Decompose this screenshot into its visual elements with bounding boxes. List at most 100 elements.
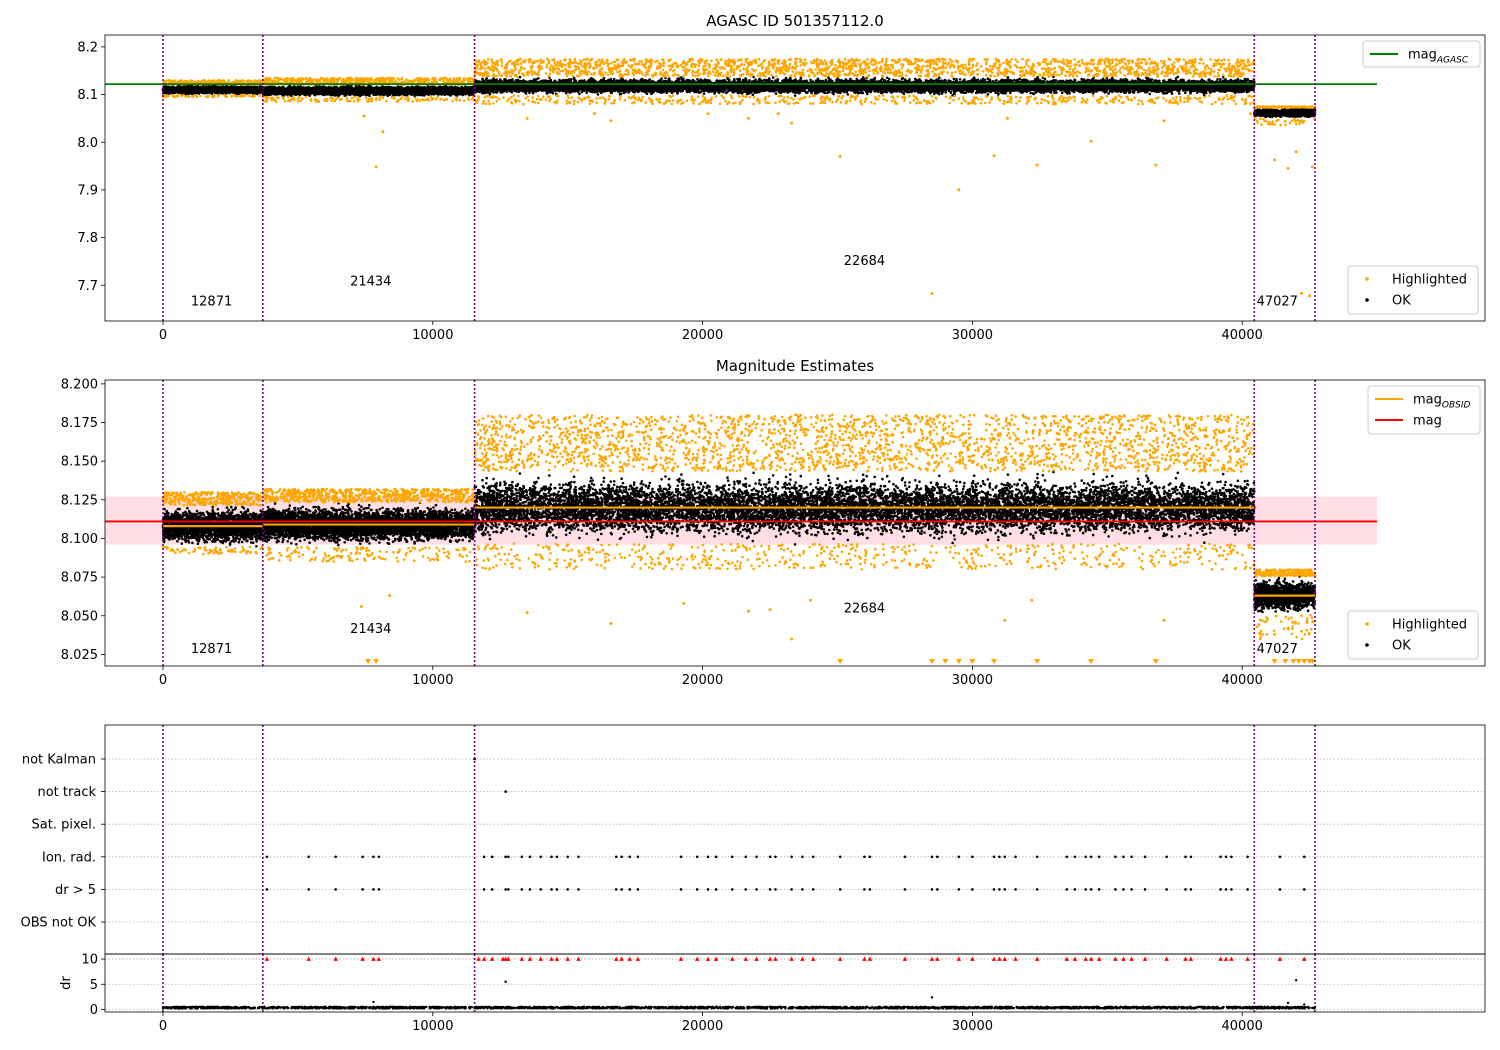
clipped-low-marker: [955, 659, 962, 664]
obsid-label: 21434: [350, 622, 391, 637]
highlighted-outlier-point: [1003, 618, 1007, 622]
flag-event-point: [528, 855, 532, 859]
flag-event-point: [507, 855, 510, 859]
y-tick-label: 0: [90, 1003, 98, 1018]
dr-clipped-marker: [811, 956, 816, 961]
highlighted-outlier-point: [1300, 291, 1304, 295]
y-tick-label: 8.075: [61, 571, 98, 586]
flag-event-point: [1114, 888, 1117, 891]
highlighted-outlier-point: [809, 598, 813, 602]
y-tick-label: 7.9: [77, 183, 98, 198]
highlighted-outlier-point: [838, 155, 842, 159]
y-tick-label: 8.0: [77, 136, 98, 151]
flag-event-point: [1189, 888, 1193, 891]
dr-clipped-marker: [1142, 956, 1148, 961]
dr-clipped-marker: [1096, 956, 1102, 961]
dr-clipped-marker: [527, 956, 533, 961]
flag-event-point: [504, 888, 507, 891]
flag-event-point: [628, 855, 632, 859]
flag-event-point: [566, 855, 569, 859]
flag-event-point: [377, 855, 381, 859]
obsid-label: 22684: [844, 602, 885, 617]
flag-event-point: [971, 888, 974, 891]
figure: AGASC ID 501357112.0 12871 21434 22684 47027…: [21, 12, 1486, 1034]
y-tick-label: 7.7: [77, 279, 98, 294]
flag-event-point: [811, 855, 815, 859]
dr-point: [930, 996, 934, 999]
flags-panel: not Kalman not track Sat. pixel. Ion. rad. d…: [21, 724, 1486, 955]
dr-clipped-marker: [837, 956, 843, 961]
clipped-low-marker: [1295, 659, 1302, 664]
dr-clipped-marker: [554, 956, 560, 961]
dr-clipped-marker: [576, 956, 581, 961]
x-tick-label: 0: [159, 328, 167, 343]
highlighted-outlier-point: [790, 637, 794, 641]
highlighted-outlier-point: [381, 130, 385, 134]
dr-clipped-marker: [1121, 956, 1126, 961]
highlighted-outlier-point: [992, 154, 996, 158]
flag-event-point: [1097, 855, 1101, 859]
dr-clipped-marker: [306, 956, 311, 961]
dr-point: [1286, 1001, 1290, 1005]
highlighted-outlier-point: [374, 165, 378, 169]
axes-frame: [104, 953, 1486, 1013]
dr-points: [161, 1005, 1317, 1010]
dr-clipped-marker: [565, 956, 570, 961]
clipped-low-marker: [1301, 659, 1308, 664]
y-tick-label: 8.2: [77, 40, 98, 55]
dr-clipped-marker: [376, 956, 382, 961]
flag-event-point: [971, 855, 974, 859]
flag-event-point: [1184, 888, 1187, 891]
clipped-low-marker: [373, 659, 380, 664]
flag-event-point: [714, 855, 718, 859]
flag-event-point: [265, 888, 269, 891]
dr-point: [1294, 979, 1298, 982]
x-tick-label: 20000: [682, 328, 723, 343]
dr-point: [372, 1000, 375, 1004]
flag-event-point: [695, 855, 699, 859]
flag-event-point: [1143, 888, 1147, 891]
flag-event-point: [1224, 888, 1228, 891]
flag-event-point: [790, 888, 793, 891]
flag-event-point: [555, 888, 559, 891]
flag-event-point: [755, 888, 758, 891]
flag-event-point: [1089, 888, 1093, 891]
flag-event-point: [1014, 855, 1017, 859]
x-tick-label: 40000: [1222, 673, 1263, 688]
clipped-low-marker: [1282, 659, 1289, 664]
legend-marker: [1365, 298, 1369, 302]
x-tick-label: 30000: [952, 673, 993, 688]
x-tick-label: 40000: [1222, 328, 1263, 343]
highlighted-outlier-point: [1030, 598, 1034, 602]
flag-event-point: [372, 855, 375, 859]
highlighted-outlier-point: [957, 188, 961, 192]
obsid-label: 21434: [350, 274, 391, 289]
flag-event-point: [1035, 855, 1039, 859]
y-tick-label: 8.125: [61, 493, 98, 508]
flag-event-point: [1003, 888, 1007, 891]
dr-clipped-marker: [694, 956, 700, 961]
flag-event-point: [620, 855, 623, 859]
flag-event-point: [679, 855, 683, 859]
clipped-low-marker: [1271, 659, 1278, 664]
legend-label: OK: [1392, 294, 1411, 309]
flag-category-label: Sat. pixel.: [32, 818, 96, 833]
clipped-low-marker: [1088, 659, 1095, 664]
dr-clipped-marker: [705, 956, 711, 961]
dr-panel: 0 5 10 dr 0 10000 20000 30000 40000: [59, 953, 1486, 1034]
dr-clipped-marker: [1013, 956, 1018, 961]
flag-event-point: [577, 855, 580, 859]
flag-event-point: [936, 855, 939, 859]
flag-event-point: [1278, 888, 1282, 891]
dr-clipped-marker: [767, 956, 773, 961]
flag-event-point: [730, 888, 734, 891]
dr-clipped-marker: [800, 956, 805, 961]
highlighted-outlier-point: [790, 121, 794, 125]
flag-event-point: [838, 888, 842, 891]
highlighted-outlier-point: [1154, 163, 1158, 167]
flag-event-point: [1035, 888, 1039, 891]
flag-event-point: [566, 888, 569, 891]
flag-event-point: [1114, 855, 1117, 859]
y-tick-label: 5: [90, 978, 98, 993]
highlighted-outlier-point: [776, 112, 780, 116]
